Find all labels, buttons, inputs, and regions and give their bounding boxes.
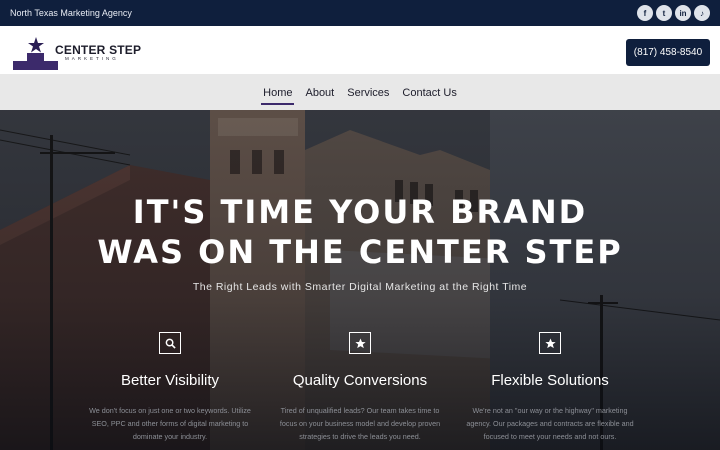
feature-flexible-solutions: Flexible Solutions We're not an "our way… <box>450 332 650 443</box>
feature-description: We're not an "our way or the highway" ma… <box>466 406 634 441</box>
feature-title: Better Visibility <box>120 372 220 389</box>
search-icon <box>159 332 181 354</box>
nav-item-services[interactable]: Services <box>345 81 391 103</box>
nav-item-home[interactable]: Home <box>261 81 295 105</box>
linkedin-icon[interactable]: in <box>675 5 691 21</box>
nav-item-about[interactable]: About <box>303 81 336 103</box>
logo-subtitle: MARKETING <box>65 56 119 61</box>
star-icon <box>539 332 561 354</box>
headline-line-1: IT'S TIME YOUR BRAND <box>132 193 588 231</box>
agency-tagline: North Texas Marketing Agency <box>10 8 132 18</box>
feature-title: Flexible Solutions <box>491 372 609 389</box>
facebook-icon[interactable]: f <box>637 5 653 21</box>
twitter-icon[interactable]: t <box>656 5 672 21</box>
logo-name: CENTER STEP <box>55 43 142 57</box>
site-logo[interactable]: CENTER STEP MARKETING <box>13 35 143 70</box>
feature-description: We don't focus on just one or two keywor… <box>89 406 251 441</box>
nav-item-contact[interactable]: Contact Us <box>400 81 458 103</box>
feature-title: Quality Conversions <box>292 372 428 389</box>
phone-button[interactable]: (817) 458-8540 <box>626 39 710 66</box>
hero-subhead: The Right Leads with Smarter Digital Mar… <box>192 281 528 293</box>
hero-headline: IT'S TIME YOUR BRAND WAS ON THE CENTER S… <box>0 192 720 272</box>
headline-line-2: WAS ON THE CENTER STEP <box>97 233 623 271</box>
star-icon <box>349 332 371 354</box>
top-bar: North Texas Marketing Agency f t in ♪ <box>0 0 720 26</box>
feature-better-visibility: Better Visibility We don't focus on just… <box>70 332 270 443</box>
social-links: f t in ♪ <box>637 5 710 21</box>
feature-description: Tired of unqualified leads? Our team tak… <box>279 406 441 441</box>
main-nav: Home About Services Contact Us <box>0 74 720 110</box>
tiktok-icon[interactable]: ♪ <box>694 5 710 21</box>
site-header: CENTER STEP MARKETING (817) 458-8540 <box>0 26 720 74</box>
hero-section: IT'S TIME YOUR BRAND WAS ON THE CENTER S… <box>0 110 720 450</box>
feature-quality-conversions: Quality Conversions Tired of unqualified… <box>260 332 460 443</box>
